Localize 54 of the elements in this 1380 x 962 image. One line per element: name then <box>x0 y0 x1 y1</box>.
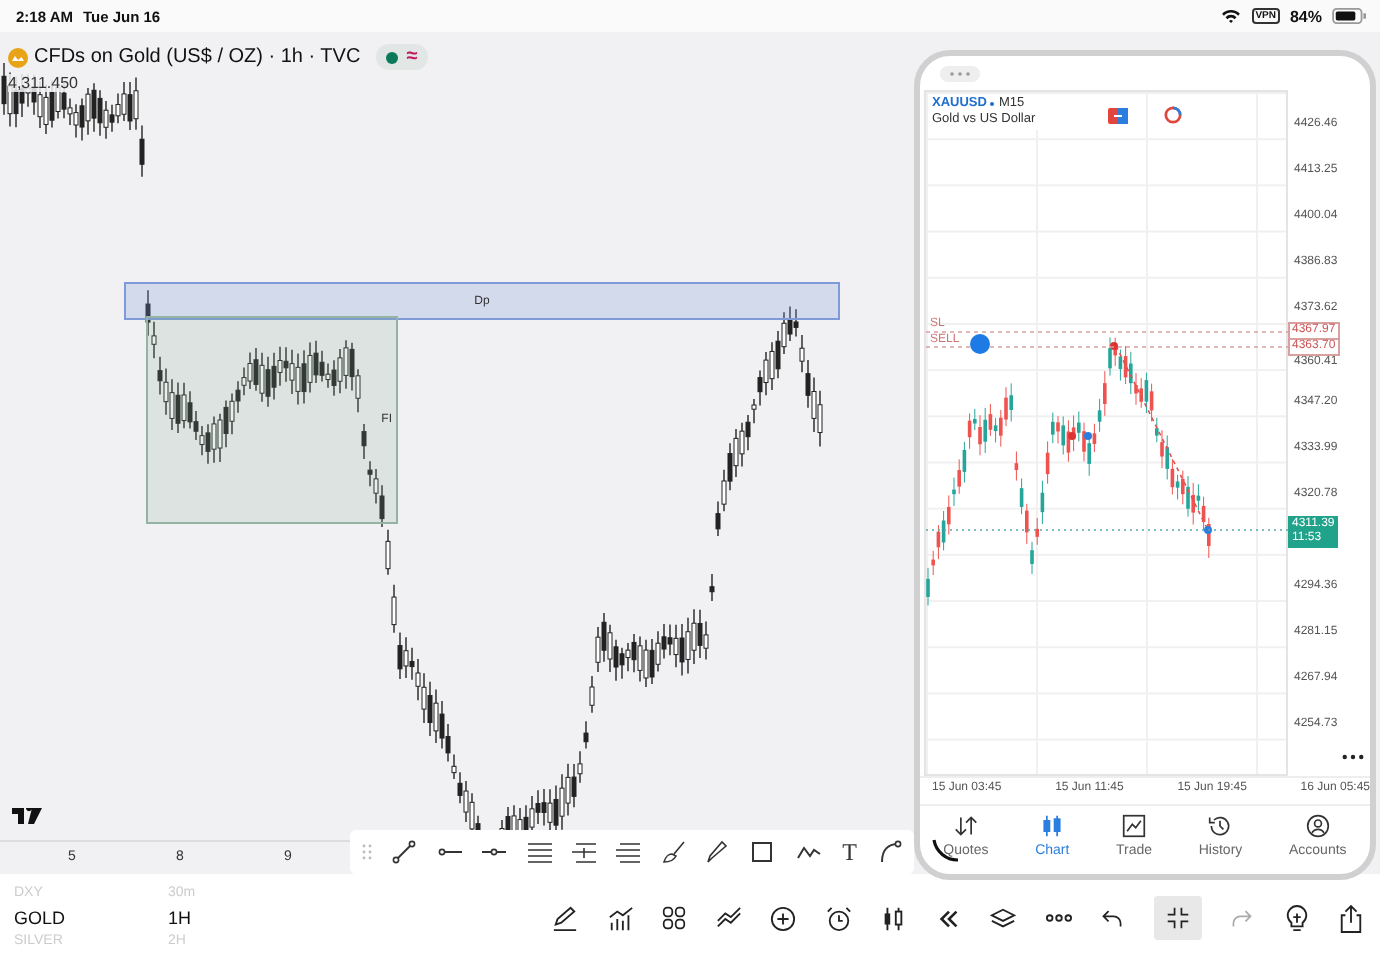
trade-marker <box>1084 432 1092 440</box>
watchlist-interval[interactable]: 1H <box>168 906 248 930</box>
user-icon <box>1305 814 1330 838</box>
trade-marker <box>1204 526 1212 534</box>
more-icon[interactable] <box>1342 754 1364 760</box>
line-chart-icon <box>1122 814 1147 838</box>
fib-levels-icon[interactable] <box>571 841 596 863</box>
drag-dot-icon[interactable] <box>970 334 990 354</box>
battery-icon <box>1332 8 1368 24</box>
trade-marker <box>1110 342 1118 350</box>
collapse-icon <box>1165 906 1189 930</box>
grid-icon[interactable] <box>662 906 686 930</box>
trade-marker <box>1068 432 1076 440</box>
arrows-icon <box>953 814 978 838</box>
indicators-icon[interactable] <box>607 905 633 931</box>
rewind-icon[interactable] <box>935 905 961 931</box>
curve-icon[interactable] <box>877 840 902 864</box>
undo-icon[interactable] <box>1100 906 1124 930</box>
history-icon <box>1208 814 1233 838</box>
share-icon[interactable] <box>1338 903 1364 933</box>
pen-icon[interactable] <box>706 840 730 864</box>
battery-percent: 84% <box>1289 7 1322 25</box>
fullscreen-exit-button[interactable] <box>1153 896 1201 940</box>
alarm-icon[interactable] <box>825 905 851 931</box>
brush-icon[interactable] <box>661 840 686 864</box>
layers-icon[interactable] <box>990 905 1016 931</box>
clock-icon[interactable] <box>1164 106 1182 124</box>
rectangle-icon[interactable] <box>750 840 775 864</box>
path-icon[interactable] <box>795 844 822 860</box>
status-dot <box>386 51 399 63</box>
more-icon[interactable] <box>1045 912 1071 924</box>
parallel-lines-icon[interactable] <box>527 841 551 863</box>
text-tool[interactable]: T <box>842 840 857 864</box>
watchlist-symbol[interactable]: GOLD <box>14 906 168 930</box>
wifi-icon <box>1219 8 1242 24</box>
trade-panel-icon[interactable] <box>1108 108 1128 124</box>
logo-icon <box>12 808 44 826</box>
drag-handle-icon[interactable] <box>362 844 372 860</box>
plus-icon[interactable] <box>770 905 796 931</box>
compare-icon[interactable] <box>715 905 741 931</box>
horizontal-line-icon[interactable] <box>482 846 507 858</box>
lightbulb-icon[interactable] <box>1283 903 1309 933</box>
price-label: 4,311.450 <box>8 74 78 92</box>
candles-icon <box>1040 814 1065 838</box>
fib-channel-icon[interactable] <box>616 841 641 863</box>
symbol-title: CFDs on Gold (US$ / OZ) · 1h · TVC <box>34 46 361 68</box>
pen-icon[interactable] <box>552 905 578 931</box>
coin-icon <box>8 47 28 67</box>
delay-glyph: ≈ <box>406 46 418 68</box>
candles-icon[interactable] <box>880 905 906 931</box>
window-handle-icon[interactable] <box>940 65 980 81</box>
trend-line-icon[interactable] <box>392 840 417 864</box>
separator-dot-icon <box>990 102 995 106</box>
horizontal-ray-icon[interactable] <box>437 846 462 858</box>
